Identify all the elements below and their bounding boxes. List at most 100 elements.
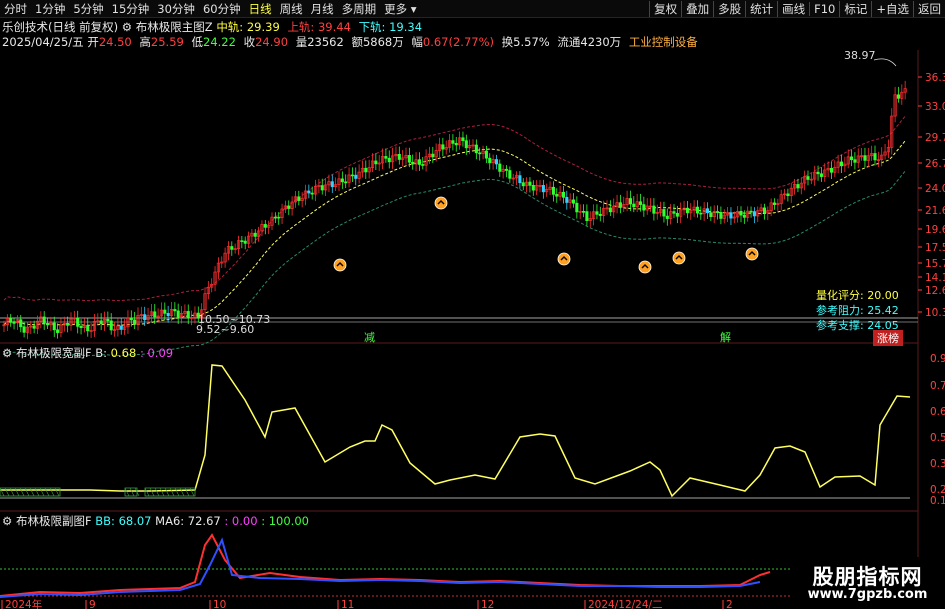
candle-body — [86, 325, 90, 332]
candle-body — [22, 326, 26, 333]
panel3-bb-label: BB: — [95, 514, 115, 528]
width-axis-label: 0.6 — [930, 406, 945, 418]
signal-hatch — [124, 487, 130, 497]
signal-hatch — [174, 487, 180, 497]
sub-indicator-panel — [0, 533, 910, 598]
candle-body — [431, 153, 435, 158]
width-axis-label: 0.1 — [930, 495, 945, 507]
candle-body — [441, 144, 445, 150]
candle-body — [628, 198, 633, 205]
candle-body — [551, 186, 555, 195]
candle-body — [488, 157, 492, 164]
signal-hatch — [34, 487, 40, 497]
candle-body — [598, 213, 602, 216]
buy-signal-circle — [434, 196, 448, 210]
candle-body — [806, 176, 810, 180]
support-label: 参考支撑: — [816, 319, 864, 332]
width-line — [0, 364, 911, 498]
candle-body — [494, 159, 499, 165]
price-tick-label: 29.7 — [925, 132, 945, 144]
candle-body — [729, 212, 733, 219]
candle-body — [484, 150, 488, 159]
panel3-name[interactable]: 布林极限副图F — [16, 514, 92, 528]
width-indicator-panel: 0.90.70.60.50.30.20.1 — [0, 353, 945, 507]
candle-body — [344, 181, 348, 184]
price-tick-label: 19.6 — [925, 224, 945, 236]
signal-hatch — [54, 487, 60, 497]
settings-icon[interactable]: ⚙ — [2, 514, 12, 528]
candle-body — [56, 329, 60, 333]
candle-body — [454, 143, 458, 146]
panel2-b-label: B: — [95, 346, 108, 360]
price-tick-label: 24.0 — [925, 183, 945, 195]
resistance-value: 25.42 — [867, 304, 899, 317]
candle-body — [541, 185, 545, 193]
candle-body — [498, 163, 502, 172]
candle-body — [749, 210, 753, 213]
price-tick-label: 10.3 — [925, 307, 945, 319]
candle-body — [297, 196, 301, 201]
candle-body — [240, 240, 244, 243]
candle-body — [243, 240, 247, 244]
signal-hatch — [144, 487, 150, 497]
candle-body — [464, 140, 468, 149]
candle-body — [277, 216, 281, 219]
signal-hatch — [179, 487, 185, 497]
candle-body — [143, 314, 147, 321]
date-tick-label: 2 — [726, 599, 733, 609]
candle-body — [354, 174, 358, 179]
candle-body — [19, 319, 23, 328]
candle-body — [384, 156, 388, 159]
candle-body — [739, 210, 743, 216]
candle-body — [685, 207, 689, 214]
candle-body — [786, 193, 790, 197]
date-tick-label: 2024/12/24/二 — [588, 599, 663, 609]
support-value: 24.05 — [867, 319, 899, 332]
candle-body — [176, 310, 180, 318]
candle-body — [571, 199, 576, 204]
candle-body — [66, 323, 70, 326]
price-tick-label: 14.1 — [925, 272, 945, 284]
candle-body — [762, 207, 767, 214]
candle-body — [474, 144, 478, 154]
candle-body — [330, 181, 334, 188]
candle-body — [575, 202, 579, 213]
signal-hatch — [4, 487, 10, 497]
signal-hatch — [19, 487, 25, 497]
candle-body — [672, 211, 676, 214]
candle-body — [76, 317, 80, 327]
candle-body — [632, 203, 636, 208]
candle-body — [153, 311, 157, 318]
candle-body — [742, 214, 746, 218]
score-value: 20.00 — [867, 289, 899, 302]
date-tick-label: 11 — [341, 599, 354, 609]
candle-body — [166, 312, 170, 317]
signal-hatch — [184, 487, 190, 497]
candle-body — [9, 318, 13, 323]
panel3-ma-value: 72.67 — [187, 514, 221, 528]
candle-body — [451, 140, 455, 144]
date-axis: 2024年 9 10 11 12 2024/12/24/二 2 — [1, 598, 733, 609]
candle-body — [417, 159, 421, 165]
signal-hatch — [0, 487, 5, 497]
candlesticks — [2, 80, 907, 340]
candle-body — [638, 201, 643, 205]
settings-icon[interactable]: ⚙ — [2, 346, 12, 360]
candle-body — [555, 194, 559, 197]
buy-signal-circle — [745, 247, 759, 261]
candle-body — [585, 211, 589, 221]
candle-body — [320, 185, 324, 191]
candle-body — [350, 174, 354, 177]
date-tick-label: 12 — [481, 599, 494, 609]
site-watermark: 股朋指标网 www.7gpzb.com — [790, 557, 945, 609]
candle-body — [521, 182, 525, 187]
candle-body — [32, 325, 36, 329]
candle-body — [863, 155, 867, 161]
panel2-name[interactable]: 布林极限宽副F — [16, 346, 92, 360]
signal-hatch — [44, 487, 50, 497]
price-tick-label: 15.7 — [925, 258, 945, 270]
candle-body — [665, 215, 669, 219]
candle-body — [853, 159, 857, 163]
candle-body — [133, 319, 137, 325]
price-tick-label: 33.0 — [925, 101, 945, 113]
